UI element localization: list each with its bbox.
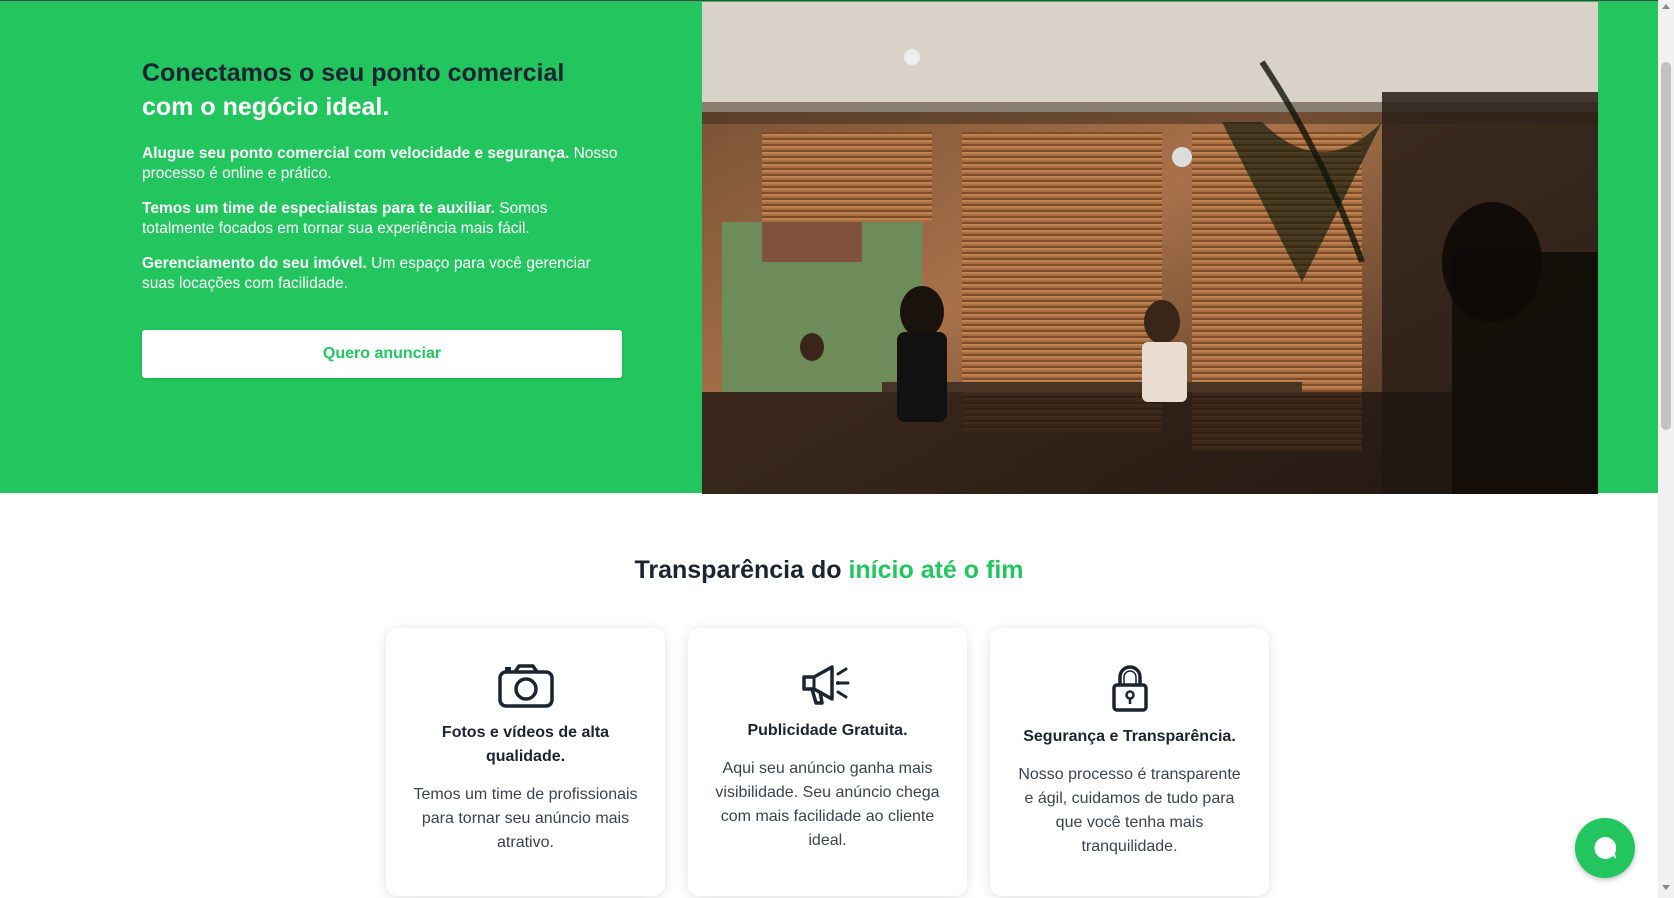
card-title: Publicidade Gratuita. [747, 722, 908, 739]
hero-paragraph-1-bold: Alugue seu ponto comercial com velocidad… [142, 145, 570, 162]
camera-icon [497, 664, 554, 708]
hero-paragraph-2-bold: Temos um time de especialistas para te a… [142, 200, 495, 217]
megaphone-icon [801, 665, 849, 705]
chat-button[interactable] [1575, 818, 1635, 878]
card-text: Nosso processo é transparente e ágil, cu… [1018, 766, 1241, 855]
chat-bubble-icon [1594, 836, 1617, 859]
scroll-up-arrow-icon[interactable] [1662, 4, 1670, 9]
card-title: Fotos e vídeos de alta qualidade. [441, 724, 610, 765]
hero-paragraph-3-bold: Gerenciamento do seu imóvel. [142, 255, 367, 272]
hero-section: Conectamos o seu ponto comercial com o n… [0, 0, 1658, 494]
feature-card-photos: Fotos e vídeos de alta qualidade. Temos … [386, 628, 665, 896]
scrollbar[interactable] [1658, 0, 1674, 898]
hero-title: Conectamos o seu ponto comercial com o n… [142, 56, 622, 124]
hero-text-block: Conectamos o seu ponto comercial com o n… [142, 56, 622, 309]
card-text: Temos um time de profissionais para torn… [413, 786, 638, 851]
section-title-dark: Transparência do [634, 556, 842, 584]
quero-anunciar-button[interactable]: Quero anunciar [142, 330, 622, 378]
section-title-highlight: início até o fim [848, 556, 1024, 584]
hero-title-highlight: com o negócio ideal. [142, 93, 390, 121]
hero-paragraph-2: Temos um time de especialistas para te a… [142, 199, 622, 239]
scrollbar-thumb[interactable] [1661, 62, 1671, 430]
feature-card-advertising: Publicidade Gratuita. Aqui seu anúncio g… [688, 628, 967, 896]
card-text: Aqui seu anúncio ganha mais visibilidade… [715, 760, 940, 849]
office-photo [702, 2, 1598, 494]
scroll-down-arrow-icon[interactable] [1662, 885, 1670, 890]
section-title: Transparência do início até o fim [0, 556, 1658, 585]
hero-paragraph-1: Alugue seu ponto comercial com velocidad… [142, 144, 622, 184]
padlock-icon [1111, 665, 1148, 712]
hero-paragraph-3: Gerenciamento do seu imóvel. Um espaço p… [142, 254, 622, 294]
card-title: Segurança e Transparência. [1023, 728, 1236, 745]
feature-card-security: Segurança e Transparência. Nosso process… [990, 628, 1269, 896]
hero-title-dark: Conectamos o seu ponto comercial [142, 59, 565, 87]
